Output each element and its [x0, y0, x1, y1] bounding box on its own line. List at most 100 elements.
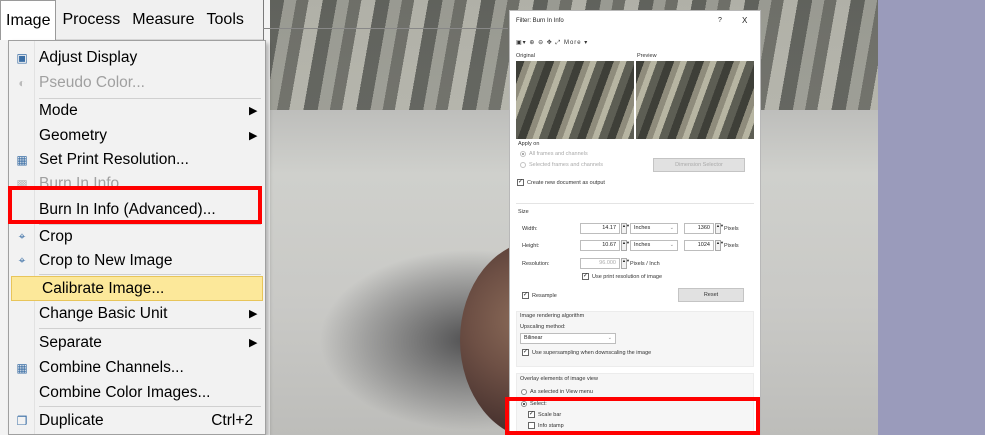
width-unit-select[interactable]: Inches ⌄ — [630, 223, 678, 234]
supersampling-checkbox[interactable]: ✓ — [522, 349, 529, 356]
height-pixels-input[interactable]: 1024 — [684, 240, 714, 251]
overlay-heading: Overlay elements of image view — [520, 376, 598, 382]
zoom-in-icon[interactable]: ⊕ — [529, 40, 535, 46]
menu-item-duplicate[interactable]: ❐ Duplicate Ctrl+2 — [9, 408, 265, 433]
width-spinner-icon[interactable]: ▲▼ — [621, 223, 630, 234]
adjust-display-icon: ▣ — [16, 50, 28, 65]
submenu-arrow-icon: ▶ — [249, 130, 258, 142]
image-menu-dropdown: ▣ Adjust Display ◐ Pseudo Color... Mode … — [8, 40, 266, 435]
submenu-arrow-icon: ▶ — [249, 308, 258, 320]
menu-item-crop[interactable]: ⌖ Crop — [9, 224, 265, 249]
menu-separator — [39, 406, 261, 407]
resolution-unit: Pixels / Inch — [630, 261, 660, 267]
create-new-label: Create new document as output — [527, 180, 605, 186]
more-button[interactable]: More ▾ — [564, 40, 588, 46]
menu-item-combine-color-images[interactable]: Combine Color Images... — [9, 380, 265, 405]
menubar-edge — [263, 0, 264, 40]
dialog-title: Filter: Burn In Info — [516, 18, 564, 24]
menu-item-calibrate-image[interactable]: Calibrate Image... — [11, 276, 263, 301]
dimension-selector-button[interactable]: Dimension Selector — [653, 158, 745, 172]
workspace-background — [878, 0, 985, 435]
use-print-resolution-label: Use print resolution of image — [592, 274, 663, 280]
window-frame-line — [263, 28, 508, 29]
zoom-out-icon[interactable]: ⊖ — [538, 40, 544, 46]
width-pixels-unit: Pixels — [724, 226, 739, 232]
menu-item-label: Crop to New Image — [39, 251, 173, 269]
menu-item-crop-to-new-image[interactable]: ⌖ Crop to New Image — [9, 248, 265, 273]
menu-item-adjust-display[interactable]: ▣ Adjust Display — [9, 45, 265, 70]
width-pixels-spinner-icon[interactable]: ▲▼ — [715, 223, 724, 234]
rendering-heading: Image rendering algorithm — [520, 313, 585, 319]
width-label: Width: — [522, 226, 538, 232]
pan-icon[interactable]: ✥ — [547, 40, 553, 46]
menu-item-label: Crop — [39, 227, 73, 245]
pseudo-color-icon: ◐ — [18, 75, 26, 90]
menu-bar: Image Process Measure Tools — [0, 0, 263, 40]
chevron-down-icon: ⌄ — [607, 335, 612, 341]
menu-separator — [39, 328, 261, 329]
group-divider — [516, 203, 754, 204]
menu-item-label: Combine Channels... — [39, 358, 184, 376]
chevron-down-icon: ⌄ — [669, 242, 674, 248]
menu-item-label: Combine Color Images... — [39, 383, 211, 401]
width-pixels-input[interactable]: 1360 — [684, 223, 714, 234]
resolution-input[interactable]: 96.000 — [580, 258, 620, 269]
upscaling-label: Upscaling method: — [520, 324, 566, 330]
height-pixels-unit: Pixels — [724, 243, 739, 249]
original-label: Original — [516, 53, 535, 59]
menu-item-shortcut: Ctrl+2 — [211, 411, 253, 429]
menu-item-change-basic-unit[interactable]: Change Basic Unit ▶ — [9, 301, 265, 326]
highlight-box-dialog — [505, 397, 760, 435]
upscaling-select[interactable]: Bilinear ⌄ — [520, 333, 616, 344]
menu-item-label: Mode — [39, 101, 78, 119]
help-button[interactable]: ? — [718, 11, 722, 31]
menu-item-label: Change Basic Unit — [39, 304, 168, 322]
use-print-resolution-checkbox[interactable]: ✓ — [582, 273, 589, 280]
menu-item-geometry[interactable]: Geometry ▶ — [9, 123, 265, 148]
menu-tools[interactable]: Tools — [201, 0, 250, 40]
burn-in-info-dialog: Filter: Burn In Info ? X ▣▾ ⊕ ⊖ ✥ ⤢ More… — [509, 10, 761, 435]
fit-icon[interactable]: ⤢ — [555, 40, 561, 46]
selected-frames-radio[interactable] — [520, 162, 526, 168]
preview-label: Preview — [637, 53, 657, 59]
duplicate-icon: ❐ — [16, 413, 28, 428]
menu-process[interactable]: Process — [56, 0, 126, 40]
zoom-tool-icon[interactable]: ▣▾ — [516, 40, 527, 46]
all-frames-label: All frames and channels — [529, 151, 588, 157]
selected-frames-label: Selected frames and channels — [529, 162, 603, 168]
reset-button[interactable]: Reset — [678, 288, 744, 302]
resolution-spinner-icon[interactable]: ▲▼ — [621, 258, 630, 269]
as-selected-radio[interactable] — [521, 389, 527, 395]
apply-on-heading: Apply on — [518, 141, 540, 147]
submenu-arrow-icon: ▶ — [249, 337, 258, 349]
menu-separator — [39, 274, 261, 275]
create-new-checkbox[interactable]: ✓ — [517, 179, 524, 186]
height-spinner-icon[interactable]: ▲▼ — [621, 240, 630, 251]
menu-item-pseudo-color[interactable]: ◐ Pseudo Color... — [9, 70, 265, 95]
width-input[interactable]: 14.17 — [580, 223, 620, 234]
menu-item-separate[interactable]: Separate ▶ — [9, 330, 265, 355]
original-thumbnail — [516, 61, 634, 139]
as-selected-label: As selected in View menu — [530, 389, 593, 395]
menu-item-label: Duplicate — [39, 411, 104, 429]
all-frames-radio[interactable] — [520, 151, 526, 157]
menu-item-set-print-resolution[interactable]: ▦ Set Print Resolution... — [9, 147, 265, 172]
highlight-box-menu — [8, 186, 262, 224]
height-input[interactable]: 10.67 — [580, 240, 620, 251]
menu-item-label: Calibrate Image... — [42, 279, 165, 297]
height-unit-select[interactable]: Inches ⌄ — [630, 240, 678, 251]
menu-measure[interactable]: Measure — [126, 0, 200, 40]
menu-item-mode[interactable]: Mode ▶ — [9, 98, 265, 123]
size-heading: Size — [518, 209, 529, 215]
preview-thumbnail — [636, 61, 754, 139]
close-button[interactable]: X — [742, 11, 747, 31]
chevron-down-icon: ⌄ — [669, 225, 674, 231]
menu-item-label: Adjust Display — [39, 48, 138, 66]
menu-item-combine-channels[interactable]: ▦ Combine Channels... — [9, 355, 265, 380]
menu-image[interactable]: Image — [0, 0, 57, 40]
height-pixels-spinner-icon[interactable]: ▲▼ — [715, 240, 724, 251]
submenu-arrow-icon: ▶ — [249, 105, 258, 117]
height-label: Height: — [522, 243, 540, 249]
menu-item-label: Separate — [39, 333, 102, 351]
resample-checkbox[interactable]: ✓ — [522, 292, 529, 299]
